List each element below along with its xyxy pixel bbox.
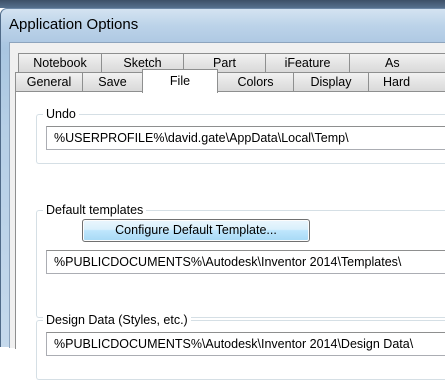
title-bar[interactable]: Application Options bbox=[1, 9, 445, 42]
tab-file[interactable]: File bbox=[142, 69, 218, 93]
desktop-background bbox=[0, 0, 445, 8]
undo-group-label: Undo bbox=[43, 106, 79, 122]
configure-default-template-button[interactable]: Configure Default Template... bbox=[82, 219, 310, 242]
tab-ifeature[interactable]: iFeature bbox=[265, 53, 350, 73]
design-data-group-label: Design Data (Styles, etc.) bbox=[43, 312, 191, 328]
tab-row-back: Notebook Sketch Part iFeature As bbox=[18, 53, 445, 73]
design-data-path-field[interactable]: %PUBLICDOCUMENTS%\Autodesk\Inventor 2014… bbox=[46, 332, 445, 356]
tab-save[interactable]: Save bbox=[82, 72, 143, 92]
tab-assembly[interactable]: As bbox=[349, 53, 445, 73]
file-tab-panel: Undo %USERPROFILE%\david.gate\AppData\Lo… bbox=[15, 91, 445, 380]
undo-path-field[interactable]: %USERPROFILE%\david.gate\AppData\Local\T… bbox=[46, 126, 445, 150]
tab-hardware[interactable]: Hard bbox=[368, 72, 445, 92]
tab-row-front: General Save File Colors Display Hard bbox=[15, 69, 445, 93]
tab-notebook[interactable]: Notebook bbox=[18, 53, 102, 73]
tab-colors[interactable]: Colors bbox=[217, 72, 294, 92]
tab-display[interactable]: Display bbox=[293, 72, 369, 92]
window-title: Application Options bbox=[9, 16, 139, 33]
templates-path-field[interactable]: %PUBLICDOCUMENTS%\Autodesk\Inventor 2014… bbox=[46, 250, 445, 274]
tab-general[interactable]: General bbox=[15, 72, 83, 92]
default-templates-group-label: Default templates bbox=[43, 202, 147, 218]
dialog-client-area: Notebook Sketch Part iFeature As General… bbox=[9, 42, 445, 380]
application-options-window: Application Options Notebook Sketch Part… bbox=[0, 8, 445, 380]
